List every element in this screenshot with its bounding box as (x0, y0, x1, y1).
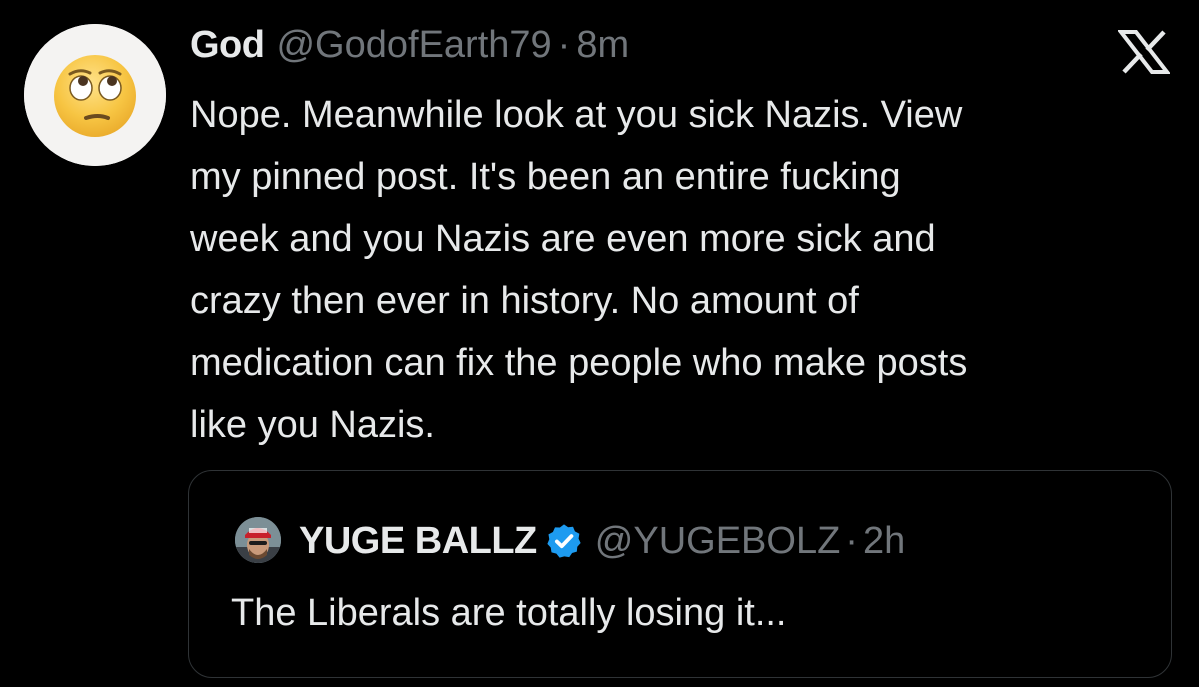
quoted-tweet[interactable]: YUGE BALLZ @YUGEBOLZ · 2h The Liberals a… (188, 470, 1172, 678)
quoted-avatar[interactable] (235, 517, 281, 563)
quoted-display-name[interactable]: YUGE BALLZ (299, 520, 537, 563)
quoted-tweet-text: The Liberals are totally losing it... (231, 592, 787, 634)
quoted-username-handle[interactable]: @YUGEBOLZ (595, 520, 841, 563)
quoted-separator-dot: · (845, 519, 858, 562)
quoted-header: YUGE BALLZ @YUGEBOLZ · 2h (299, 517, 905, 565)
tweet-text: Nope. Meanwhile look at you sick Nazis. … (190, 94, 968, 446)
quoted-timestamp[interactable]: 2h (863, 520, 905, 563)
display-name[interactable]: God (190, 24, 265, 67)
timestamp[interactable]: 8m (576, 24, 629, 67)
face-with-rolling-eyes-emoji-icon (24, 24, 166, 166)
profile-photo-icon (235, 517, 281, 563)
tweet[interactable]: God @GodofEarth79 · 8m Nope. Meanwhile l… (0, 0, 1199, 687)
verified-badge-icon (545, 522, 583, 560)
avatar[interactable] (24, 24, 166, 166)
separator-dot: · (557, 24, 571, 66)
tweet-header: God @GodofEarth79 · 8m (190, 24, 629, 72)
username-handle[interactable]: @GodofEarth79 (276, 24, 551, 67)
x-logo-icon[interactable] (1118, 30, 1170, 74)
